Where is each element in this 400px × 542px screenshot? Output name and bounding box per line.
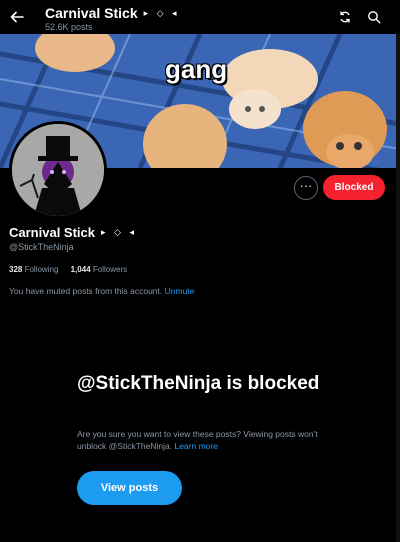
more-options-button[interactable]: ···	[294, 176, 318, 200]
following-label: Following	[24, 265, 59, 274]
display-name-glyphs: ▸ ◇ ◂	[101, 227, 137, 237]
avatar[interactable]	[9, 121, 107, 219]
profile-handle: @StickTheNinja	[9, 242, 74, 252]
followers-count: 1,044	[70, 265, 91, 274]
blocked-heading: @StickTheNinja is blocked	[77, 373, 320, 394]
top-bar: Carnival Stick ▸ ◇ ◂ 52.6K posts	[0, 0, 400, 34]
following-stat[interactable]: 328 Following	[9, 265, 58, 274]
banner-overlay-text: gang	[165, 54, 228, 84]
posts-count: 52.6K posts	[45, 22, 93, 32]
back-arrow-icon[interactable]	[9, 9, 25, 25]
muted-notice: You have muted posts from this account. …	[9, 286, 194, 296]
header-title-glyphs: ▸ ◇ ◂	[143, 7, 180, 18]
profile-name-row: Carnival Stick ▸ ◇ ◂	[9, 225, 137, 240]
unmute-link[interactable]: Unmute	[165, 286, 195, 296]
blocked-button[interactable]: Blocked	[323, 175, 385, 200]
muted-notice-text: You have muted posts from this account.	[9, 286, 163, 296]
learn-more-link[interactable]: Learn more	[174, 441, 217, 451]
refresh-icon[interactable]	[338, 10, 352, 24]
followers-label: Followers	[92, 265, 128, 274]
header-title: Carnival Stick	[45, 5, 138, 21]
followers-stat[interactable]: 1,044 Followers	[71, 265, 128, 274]
scrollbar[interactable]	[396, 34, 400, 542]
header-title-block: Carnival Stick ▸ ◇ ◂ 52.6K posts	[45, 5, 180, 32]
ninja-avatar-icon	[12, 124, 104, 216]
blocked-message: Are you sure you want to view these post…	[77, 428, 327, 452]
search-icon[interactable]	[367, 10, 381, 24]
following-count: 328	[9, 265, 23, 274]
view-posts-button[interactable]: View posts	[77, 471, 182, 505]
profile-stats: 328 Following 1,044 Followers	[9, 265, 137, 274]
display-name: Carnival Stick	[9, 225, 95, 240]
